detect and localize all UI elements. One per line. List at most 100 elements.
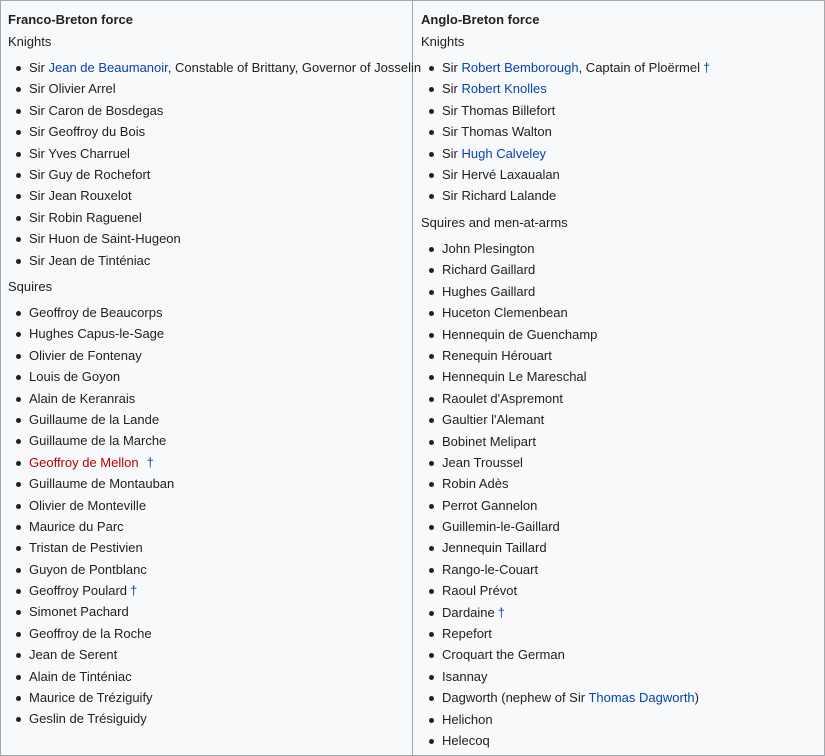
bullet-icon xyxy=(16,567,21,573)
knights-list: Sir Jean de Beaumanoir, Constable of Bri… xyxy=(1,57,421,271)
person-link[interactable]: Robert Bemborough xyxy=(462,60,579,75)
list-item: Hughes Gaillard xyxy=(414,281,699,302)
knights-label: Knights xyxy=(421,34,465,49)
list-item: Guillaume de la Lande xyxy=(1,409,174,430)
list-item: Robin Adès xyxy=(414,473,699,494)
item-text: Maurice du Parc xyxy=(29,518,124,534)
bullet-icon xyxy=(429,738,434,744)
bullet-icon xyxy=(429,610,434,616)
item-text: Maurice de Tréziguify xyxy=(29,690,153,706)
item-text: Simonet Pachard xyxy=(29,604,129,620)
bullet-icon xyxy=(16,172,21,178)
list-item: Guillaume de la Marche xyxy=(1,430,174,451)
bullet-icon xyxy=(16,460,21,466)
list-item: Isannay xyxy=(414,666,699,687)
knights-list: Sir Robert Bemborough, Captain of Ploërm… xyxy=(414,57,710,207)
list-item: Maurice du Parc xyxy=(1,516,174,537)
bullet-icon xyxy=(16,546,21,552)
bullet-icon xyxy=(429,268,434,274)
bullet-icon xyxy=(429,717,434,723)
list-item: Alain de Keranrais xyxy=(1,388,174,409)
item-text: Tristan de Pestivien xyxy=(29,540,143,556)
bullet-icon xyxy=(16,258,21,264)
item-suffix: , Captain of Ploërmel xyxy=(578,60,700,75)
list-item: Sir Olivier Arrel xyxy=(1,78,421,99)
bullet-icon xyxy=(16,151,21,157)
list-item: Helichon xyxy=(414,709,699,730)
column-heading: Anglo-Breton force xyxy=(421,12,540,27)
list-item: Sir Jean Rouxelot xyxy=(1,185,421,206)
list-item: Sir Hervé Laxaualan xyxy=(414,164,710,185)
list-item: Simonet Pachard xyxy=(1,601,174,622)
list-item: Guillaume de Montauban xyxy=(1,473,174,494)
bullet-icon xyxy=(429,525,434,531)
list-item: Raoul Prévot xyxy=(414,580,699,601)
item-text: Olivier de Monteville xyxy=(29,497,147,513)
list-item: Geoffroy de la Roche xyxy=(1,623,174,644)
bullet-icon xyxy=(16,237,21,243)
person-redlink[interactable]: Geoffroy de Mellon xyxy=(29,455,139,470)
bullet-icon xyxy=(429,567,434,573)
list-item: Jennequin Taillard xyxy=(414,537,699,558)
item-text: Sir Yves Charruel xyxy=(29,145,130,161)
item-text: Guillaume de Montauban xyxy=(29,476,175,492)
knights-label: Knights xyxy=(8,34,52,49)
item-text: Guillaume de la Lande xyxy=(29,411,160,427)
item-text: Helichon xyxy=(442,711,493,727)
item-text: Geoffroy de Beaucorps xyxy=(29,305,163,320)
bullet-icon xyxy=(429,108,434,114)
list-item: Maurice de Tréziguify xyxy=(1,687,174,708)
person-link[interactable]: Hugh Calveley xyxy=(462,146,547,161)
list-item: Sir Robert Bemborough, Captain of Ploërm… xyxy=(414,57,710,78)
list-item: Jean de Serent xyxy=(1,644,174,665)
item-text: Sir Robin Raguenel xyxy=(29,209,142,225)
item-text: Geoffroy de la Roche xyxy=(29,625,152,641)
list-item: Dardaine † xyxy=(414,602,699,623)
item-text: Repefort xyxy=(442,626,492,642)
bullet-icon xyxy=(16,439,21,445)
anglo-breton-column: Anglo-Breton force Knights Sir Robert Be… xyxy=(414,1,824,755)
item-text: Sir Thomas Billefort xyxy=(442,102,556,118)
bullet-icon xyxy=(429,289,434,295)
bullet-icon xyxy=(429,87,434,93)
killed-dagger-icon[interactable]: † xyxy=(130,583,137,598)
bullet-icon xyxy=(429,503,434,509)
item-text: Sir xyxy=(29,60,49,75)
item-text: Guillemin-le-Gaillard xyxy=(442,519,560,535)
list-item: Sir Geoffroy du Bois xyxy=(1,121,421,142)
bullet-icon xyxy=(429,172,434,178)
bullet-icon xyxy=(16,610,21,616)
list-item: Guillemin-le-Gaillard xyxy=(414,516,699,537)
person-link[interactable]: Jean de Beaumanoir xyxy=(49,60,168,75)
killed-dagger-icon[interactable]: † xyxy=(498,605,505,620)
squires-list: John Plesington Richard Gaillard Hughes Ga… xyxy=(414,238,699,751)
bullet-icon xyxy=(16,417,21,423)
list-item: Sir Yves Charruel xyxy=(1,143,421,164)
item-text: Olivier de Fontenay xyxy=(29,347,142,363)
person-link[interactable]: Robert Knolles xyxy=(462,81,547,96)
bullet-icon xyxy=(429,332,434,338)
bullet-icon xyxy=(16,589,21,595)
list-item: Olivier de Monteville xyxy=(1,495,174,516)
bullet-icon xyxy=(16,503,21,509)
item-text: Alain de Keranrais xyxy=(29,390,136,406)
list-item: Gaultier l'Alemant xyxy=(414,409,699,430)
bullet-icon xyxy=(429,247,434,252)
person-link[interactable]: Thomas Dagworth xyxy=(588,690,694,705)
item-text: Guillaume de la Marche xyxy=(29,433,167,449)
bullet-icon xyxy=(429,66,434,71)
item-text: Jennequin Taillard xyxy=(442,540,547,556)
list-item: Sir Jean de Beaumanoir, Constable of Bri… xyxy=(1,57,421,78)
killed-dagger-icon[interactable]: † xyxy=(703,60,710,75)
list-item: Croquart the German xyxy=(414,644,699,665)
bullet-icon xyxy=(16,353,21,359)
item-text: John Plesington xyxy=(442,241,535,256)
item-text: Sir Richard Lalande xyxy=(442,188,557,204)
item-text: Sir xyxy=(442,60,462,75)
list-item: Sir Guy de Rochefort xyxy=(1,164,421,185)
killed-dagger-icon[interactable]: † xyxy=(147,455,154,470)
item-suffix: ) xyxy=(694,690,700,706)
list-item: Olivier de Fontenay xyxy=(1,345,174,366)
bullet-icon xyxy=(16,215,21,221)
item-text: Raoul Prévot xyxy=(442,583,518,599)
